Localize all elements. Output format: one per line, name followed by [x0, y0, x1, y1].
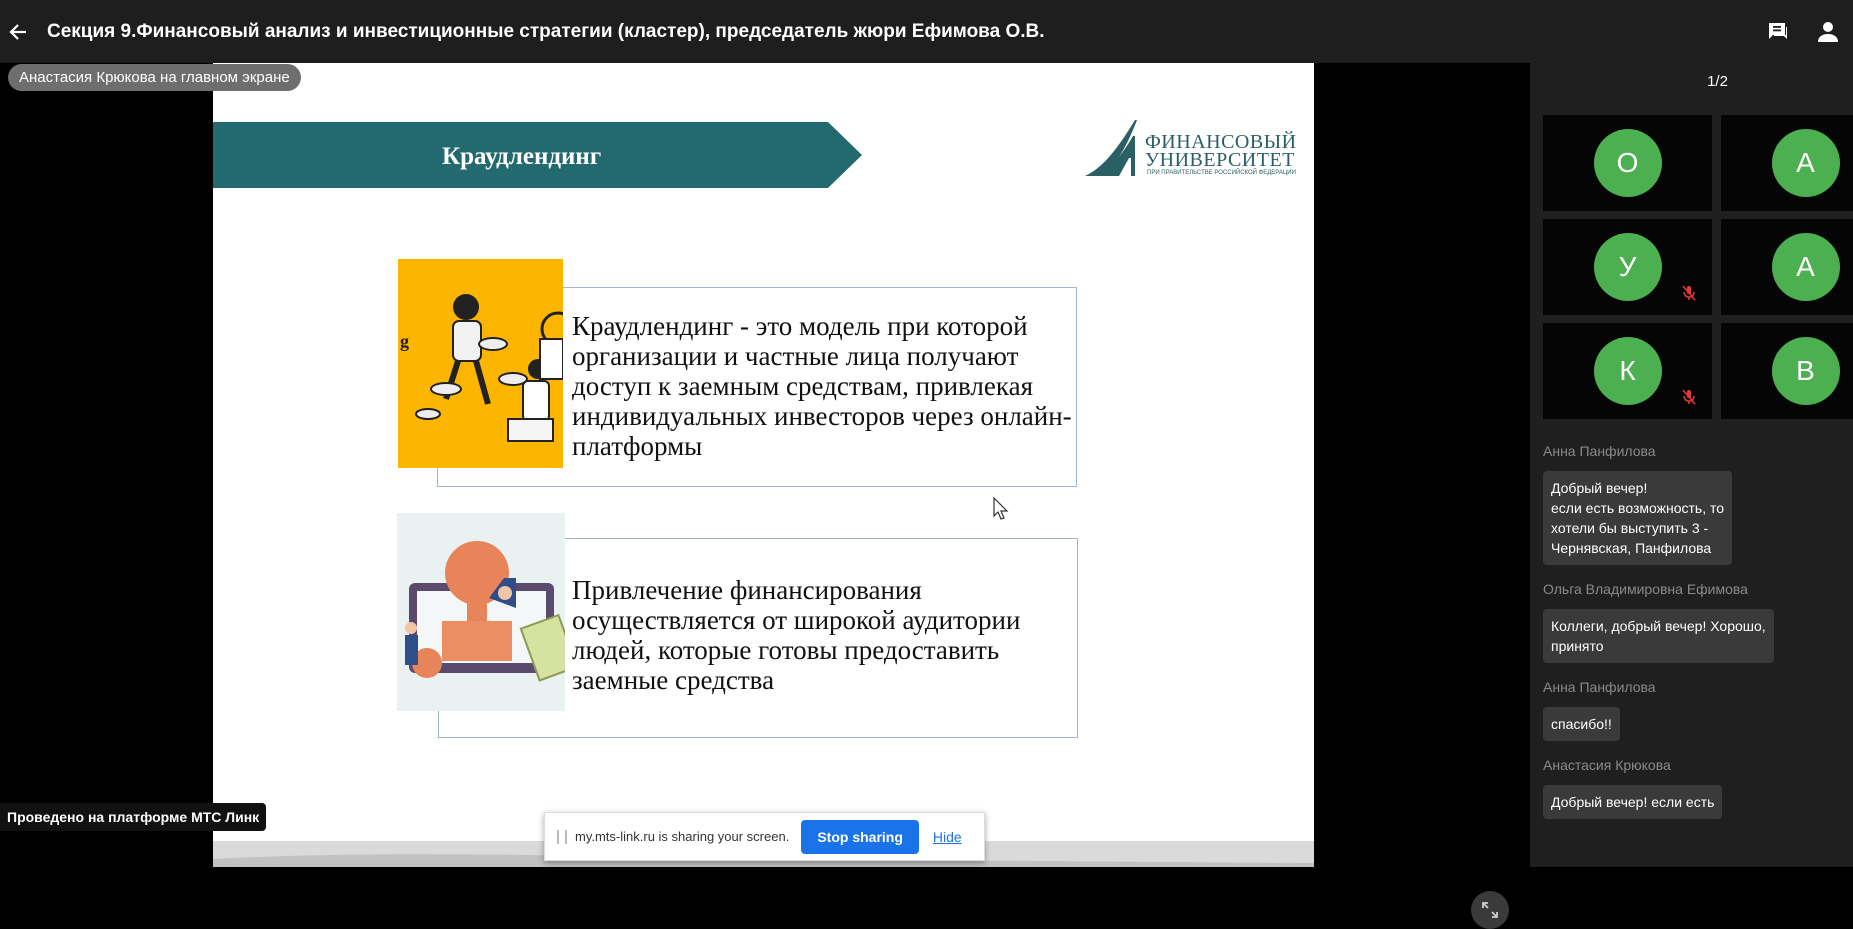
participant-tile[interactable]: А [1721, 219, 1853, 315]
screen-share-stage: Анастасия Крюкова на главном экране Крау… [0, 63, 1530, 929]
sharing-status-text: my.mts-link.ru is sharing your screen. [575, 829, 790, 844]
participant-tile[interactable]: К [1543, 323, 1712, 419]
person-icon[interactable] [1815, 19, 1841, 45]
avatar: К [1593, 337, 1662, 405]
mouse-cursor-icon [993, 496, 1009, 526]
avatar: А [1771, 233, 1840, 301]
mic-off-icon [1682, 389, 1696, 410]
participants-sidebar: 1/2 О А У А К В Анна Панфилова Добрый ве… [1530, 63, 1853, 867]
chat-icon[interactable] [1765, 19, 1791, 45]
avatar: В [1771, 337, 1840, 405]
participant-tile[interactable]: О [1543, 115, 1712, 211]
chat-message: Добрый вечер! если есть возможность, то … [1543, 471, 1733, 565]
screen-sharing-bar: my.mts-link.ru is sharing your screen. S… [544, 812, 985, 861]
chat-author: Анастасия Крюкова [1543, 757, 1671, 773]
funding-illustration [397, 513, 565, 711]
participants-pager[interactable]: 1/2 [1530, 73, 1853, 90]
participant-tile[interactable]: В [1721, 323, 1853, 419]
chat-author: Ольга Владимировна Ефимова [1543, 581, 1748, 597]
chat-panel: Анна Панфилова Добрый вечер! если есть в… [1543, 443, 1843, 835]
chat-author: Анна Панфилова [1543, 443, 1656, 459]
avatar: А [1771, 129, 1840, 197]
avatar: У [1593, 233, 1662, 301]
event-title: Секция 9.Финансовый анализ и инвестицион… [47, 20, 1045, 42]
drag-handle-icon[interactable] [557, 829, 567, 844]
top-bar: Секция 9.Финансовый анализ и инвестицион… [0, 0, 1853, 63]
platform-label: Проведено на платформе МТС Линк [0, 803, 267, 831]
slide-text-1: Краудлендинг - это модель при которой ор… [572, 311, 1072, 461]
participant-tile[interactable]: А [1721, 115, 1853, 211]
chat-message: спасибо!! [1543, 707, 1620, 741]
crowdlending-illustration: g [398, 259, 563, 468]
slide-title: Краудлендинг [442, 143, 602, 170]
mic-off-icon [1682, 285, 1696, 306]
chat-message: Коллеги, добрый вечер! Хорошо, принято [1543, 609, 1774, 663]
chat-author: Анна Панфилова [1543, 679, 1656, 695]
fullscreen-button[interactable] [1471, 891, 1509, 929]
arrow-left-icon[interactable] [3, 17, 33, 47]
expand-icon [1482, 902, 1498, 918]
chat-message: Добрый вечер! если есть [1543, 785, 1723, 819]
avatar: О [1593, 129, 1662, 197]
stop-sharing-button[interactable]: Stop sharing [801, 819, 919, 854]
presenter-label: Анастасия Крюкова на главном экране [8, 64, 301, 91]
presentation-slide: Краудлендинг ФИНАНСОВЫЙ УНИВЕРСИТЕТ ПРИ … [213, 63, 1314, 867]
slide-text-2: Привлечение финансирования осуществляетс… [572, 575, 1021, 695]
university-logo: ФИНАНСОВЫЙ УНИВЕРСИТЕТ ПРИ ПРАВИТЕЛЬСТВЕ… [1083, 118, 1313, 188]
svg-text:g: g [400, 331, 409, 351]
participant-tile[interactable]: У [1543, 219, 1712, 315]
hide-link[interactable]: Hide [933, 829, 962, 845]
